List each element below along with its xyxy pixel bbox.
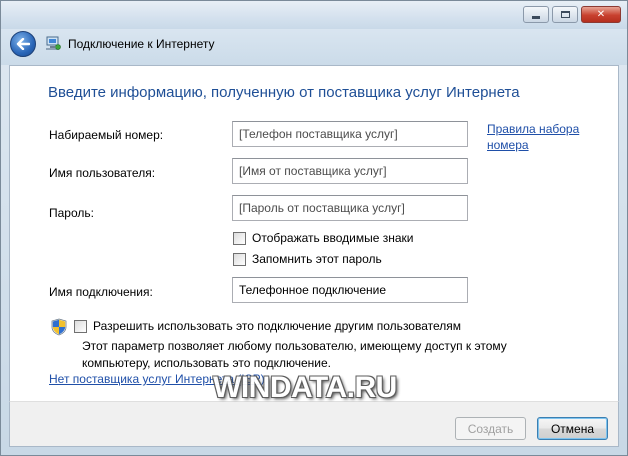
username-label: Имя пользователя: (49, 166, 156, 180)
show-chars-checkbox-row[interactable]: Отображать вводимые знаки (233, 231, 413, 245)
allow-description-line1: Этот параметр позволяет любому пользоват… (82, 339, 507, 353)
uac-shield-icon (51, 318, 67, 336)
window-controls: ✕ (523, 6, 621, 23)
wizard-header: Подключение к Интернету (1, 29, 627, 65)
password-input[interactable]: [Пароль от поставщика услуг] (232, 195, 468, 221)
back-button[interactable] (10, 31, 36, 57)
connection-name-label: Имя подключения: (49, 285, 153, 299)
allow-others-description: Этот параметр позволяет любому пользоват… (82, 338, 532, 372)
wizard-content: Введите информацию, полученную от постав… (9, 65, 619, 401)
close-button[interactable]: ✕ (581, 6, 621, 23)
remember-password-label: Запомнить этот пароль (252, 252, 382, 266)
show-chars-checkbox[interactable] (233, 231, 246, 245)
dialog-window: ✕ Подключение к Интернету Введите информ… (0, 0, 628, 456)
allow-others-label: Разрешить использовать это подключение д… (93, 319, 462, 333)
allow-others-checkbox[interactable] (74, 319, 87, 333)
title-bar[interactable]: ✕ (1, 1, 627, 29)
button-bar: Создать Отмена (9, 401, 619, 447)
allow-others-checkbox-row[interactable]: Разрешить использовать это подключение д… (74, 319, 461, 333)
network-connection-icon (46, 36, 61, 50)
watermark: WINDATA.RU (213, 371, 397, 404)
dialing-rules-link-line1[interactable]: Правила набора (487, 122, 579, 136)
phone-input[interactable]: [Телефон поставщика услуг] (232, 121, 468, 147)
show-chars-label: Отображать вводимые знаки (252, 231, 414, 245)
connection-name-input[interactable]: Телефонное подключение (232, 277, 468, 303)
phone-label: Набираемый номер: (49, 128, 164, 142)
allow-description-line2: компьютеру, использовать это подключение… (82, 356, 331, 370)
page-heading: Введите информацию, полученную от постав… (48, 84, 520, 101)
back-arrow-icon (16, 38, 30, 50)
remember-password-checkbox[interactable] (233, 252, 246, 266)
cancel-button[interactable]: Отмена (537, 417, 608, 440)
maximize-icon (560, 11, 570, 18)
minimize-icon (532, 15, 540, 19)
close-icon: ✕ (596, 9, 606, 20)
window-title: Подключение к Интернету (68, 37, 215, 51)
dialing-rules-link-line2[interactable]: номера (487, 138, 529, 152)
password-label: Пароль: (49, 206, 94, 220)
maximize-button[interactable] (552, 6, 578, 23)
username-input[interactable]: [Имя от поставщика услуг] (232, 158, 468, 184)
remember-password-checkbox-row[interactable]: Запомнить этот пароль (233, 252, 382, 266)
create-button[interactable]: Создать (455, 417, 526, 440)
minimize-button[interactable] (523, 6, 549, 23)
